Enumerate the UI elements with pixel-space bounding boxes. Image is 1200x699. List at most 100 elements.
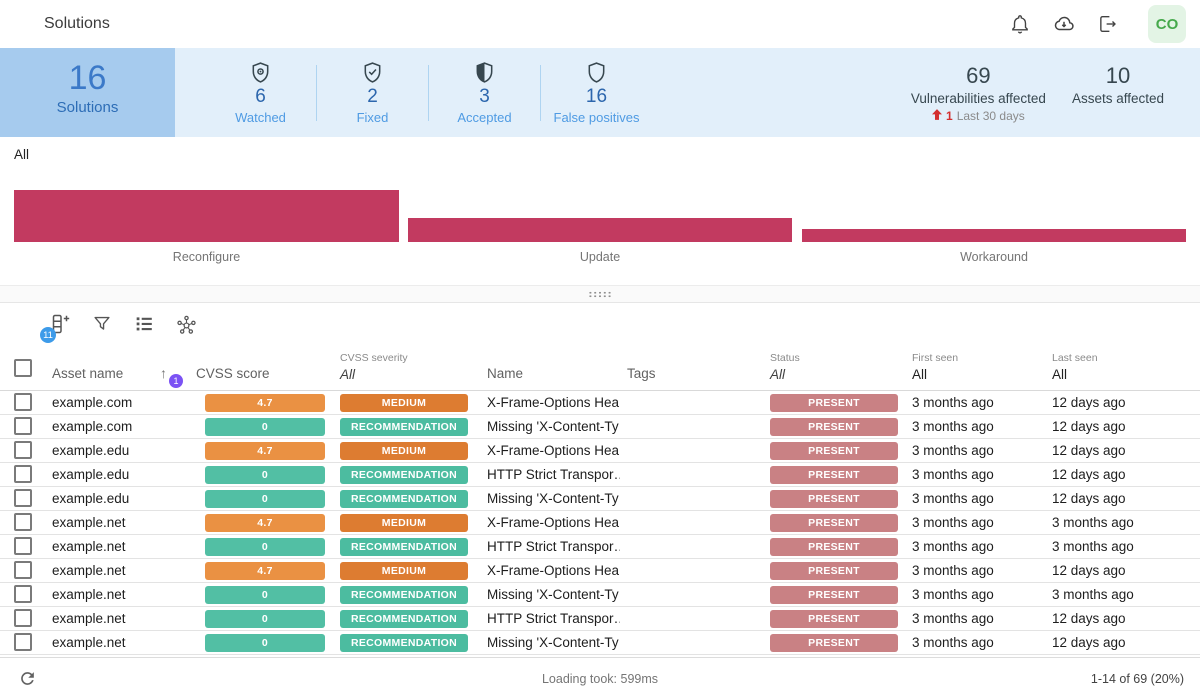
table-row[interactable]: example.net0RECOMMENDATIONMissing 'X-Con… xyxy=(0,631,1200,655)
cvss-score-badge: 0 xyxy=(205,418,325,436)
column-header-cvss-severity[interactable]: CVSS severity All xyxy=(340,352,408,382)
stat-solutions-selected[interactable]: 16 Solutions xyxy=(0,48,175,137)
row-checkbox[interactable] xyxy=(14,417,32,435)
vulnerabilities-count: 69 xyxy=(911,63,1046,89)
bar-update[interactable]: Update xyxy=(408,137,792,285)
cell-first-seen: 3 months ago xyxy=(912,559,1042,582)
table-row[interactable]: example.com4.7MEDIUMX-Frame-Options Hea…… xyxy=(0,391,1200,415)
row-checkbox[interactable] xyxy=(14,633,32,651)
logout-icon[interactable] xyxy=(1096,12,1120,36)
table-footer: Loading took: 599ms 1-14 of 69 (20%) xyxy=(0,657,1200,699)
list-view-icon[interactable] xyxy=(132,312,156,336)
cvss-score-badge: 0 xyxy=(205,586,325,604)
relations-graph-icon[interactable] xyxy=(174,312,198,336)
cvss-score-badge: 4.7 xyxy=(205,442,325,460)
stat-value: 2 xyxy=(317,85,428,109)
cell-first-seen: 3 months ago xyxy=(912,439,1042,462)
stats-summary: 69 Vulnerabilities affected 1 Last 30 da… xyxy=(911,63,1200,123)
avatar[interactable]: CO xyxy=(1148,5,1186,43)
stat-watched[interactable]: 6 Watched xyxy=(205,61,316,125)
cloud-download-icon[interactable] xyxy=(1052,12,1076,36)
row-checkbox[interactable] xyxy=(14,513,32,531)
bar-workaround[interactable]: Workaround xyxy=(802,137,1186,285)
select-all-checkbox[interactable] xyxy=(14,359,32,377)
table-toolbar: 11 xyxy=(0,303,1200,345)
table-body: example.com4.7MEDIUMX-Frame-Options Hea…… xyxy=(0,391,1200,655)
table-row[interactable]: example.net0RECOMMENDATIONHTTP Strict Tr… xyxy=(0,535,1200,559)
loading-time: Loading took: 599ms xyxy=(0,672,1200,686)
column-header-first-seen[interactable]: First seen All xyxy=(912,352,958,382)
sort-order-badge: 1 xyxy=(169,374,183,388)
cell-asset-name: example.edu xyxy=(52,487,192,510)
table-row[interactable]: example.net0RECOMMENDATIONHTTP Strict Tr… xyxy=(0,607,1200,631)
shield-check-icon xyxy=(317,61,428,84)
table-row[interactable]: example.edu0RECOMMENDATIONMissing 'X-Con… xyxy=(0,487,1200,511)
cell-first-seen: 3 months ago xyxy=(912,607,1042,630)
status-badge: PRESENT xyxy=(770,562,898,580)
cvss-score-badge: 0 xyxy=(205,490,325,508)
cell-asset-name: example.com xyxy=(52,391,192,414)
column-header-tags[interactable]: Tags xyxy=(627,366,656,381)
table-row[interactable]: example.net4.7MEDIUMX-Frame-Options Hea…… xyxy=(0,559,1200,583)
sort-asc-icon[interactable]: ↑ xyxy=(160,365,167,381)
trend-value: 1 xyxy=(946,109,953,123)
row-checkbox[interactable] xyxy=(14,561,32,579)
table-row[interactable]: example.edu4.7MEDIUMX-Frame-Options Hea…… xyxy=(0,439,1200,463)
column-header-status[interactable]: Status All xyxy=(770,352,800,382)
cvss-severity-badge: RECOMMENDATION xyxy=(340,490,468,508)
row-checkbox[interactable] xyxy=(14,465,32,483)
table-header: Asset name ↑ 1 CVSS score CVSS severity … xyxy=(0,345,1200,391)
table-row[interactable]: example.net4.7MEDIUMX-Frame-Options Hea…… xyxy=(0,511,1200,535)
cell-name: HTTP Strict Transpor… xyxy=(487,463,620,486)
shield-eye-icon xyxy=(205,61,316,84)
cell-asset-name: example.net xyxy=(52,583,192,606)
cell-last-seen: 3 months ago xyxy=(1052,583,1192,606)
row-checkbox[interactable] xyxy=(14,537,32,555)
row-checkbox[interactable] xyxy=(14,393,32,411)
table-row[interactable]: example.edu0RECOMMENDATIONHTTP Strict Tr… xyxy=(0,463,1200,487)
refresh-icon[interactable] xyxy=(16,668,38,690)
filter-icon[interactable] xyxy=(90,312,114,336)
assets-label: Assets affected xyxy=(1072,91,1164,106)
stat-value: 3 xyxy=(429,85,540,109)
bar-label: Workaround xyxy=(802,250,1186,264)
bar-reconfigure[interactable]: Reconfigure xyxy=(14,137,399,285)
row-checkbox[interactable] xyxy=(14,609,32,627)
panel-resize-handle[interactable] xyxy=(0,285,1200,303)
cvss-score-badge: 0 xyxy=(205,466,325,484)
stat-assets-affected: 10 Assets affected xyxy=(1072,63,1164,106)
app-root: Solutions CO xyxy=(0,0,1200,699)
pagination-status: 1-14 of 69 (20%) xyxy=(1091,672,1184,686)
status-badge: PRESENT xyxy=(770,466,898,484)
row-checkbox[interactable] xyxy=(14,585,32,603)
cell-last-seen: 12 days ago xyxy=(1052,415,1192,438)
column-header-cvss-score[interactable]: CVSS score xyxy=(196,366,270,381)
filter-label: First seen xyxy=(912,352,958,364)
status-badge: PRESENT xyxy=(770,418,898,436)
stat-accepted[interactable]: 3 Accepted xyxy=(429,61,540,125)
status-badge: PRESENT xyxy=(770,394,898,412)
table-row[interactable]: example.com0RECOMMENDATIONMissing 'X-Con… xyxy=(0,415,1200,439)
row-checkbox[interactable] xyxy=(14,441,32,459)
row-checkbox[interactable] xyxy=(14,489,32,507)
stat-fixed[interactable]: 2 Fixed xyxy=(317,61,428,125)
cvss-severity-badge: RECOMMENDATION xyxy=(340,466,468,484)
filter-label: Status xyxy=(770,352,800,364)
trend: 1 Last 30 days xyxy=(911,109,1046,123)
cell-asset-name: example.edu xyxy=(52,439,192,462)
stat-label: Fixed xyxy=(317,110,428,125)
status-badge: PRESENT xyxy=(770,538,898,556)
add-column-button[interactable]: 11 xyxy=(48,312,72,336)
cvss-severity-badge: RECOMMENDATION xyxy=(340,538,468,556)
status-badge: PRESENT xyxy=(770,586,898,604)
column-header-name[interactable]: Name xyxy=(487,366,523,381)
column-header-last-seen[interactable]: Last seen All xyxy=(1052,352,1098,382)
drag-dots-icon xyxy=(588,291,612,298)
stat-false-positives[interactable]: 16 False positives xyxy=(541,61,652,125)
filter-label: Last seen xyxy=(1052,352,1098,364)
notifications-icon[interactable] xyxy=(1008,12,1032,36)
table-row[interactable]: example.net0RECOMMENDATIONMissing 'X-Con… xyxy=(0,583,1200,607)
status-badge: PRESENT xyxy=(770,634,898,652)
cell-last-seen: 12 days ago xyxy=(1052,391,1192,414)
column-header-asset-name[interactable]: Asset name xyxy=(52,366,123,381)
